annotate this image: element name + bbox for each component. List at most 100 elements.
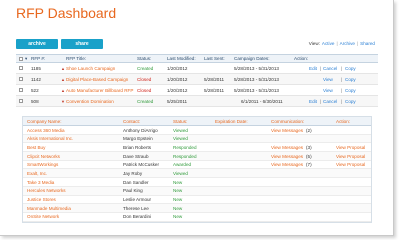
company-link[interactable]: Manmade Multimedia	[27, 206, 71, 211]
col-last-modified[interactable]: Last Modified:	[167, 56, 196, 61]
last-modified: 1/20/2012	[167, 65, 188, 71]
rfp-title-link[interactable]: Auto Manufacturer Billboard RFP	[66, 88, 133, 93]
list-item[interactable]: Take 3 Media Dan Sandler New	[23, 178, 371, 187]
view-separator: |	[336, 41, 338, 46]
contact-name: Anthony DiArrigo	[123, 127, 158, 133]
view-messages-link[interactable]: View Messages	[271, 145, 303, 150]
company-link[interactable]: SmartWorkings	[27, 162, 58, 167]
view-proposal-link[interactable]: View Proposal	[336, 162, 365, 167]
view-proposal-link[interactable]: View Proposal	[336, 145, 365, 150]
col-company[interactable]: Company Name:	[27, 119, 61, 124]
cancel-link[interactable]: Cancel	[323, 66, 337, 71]
col-status[interactable]: Status:	[137, 56, 151, 61]
contact-name: Patrick McCusker	[123, 162, 159, 168]
last-sent: 5/28/2011	[204, 76, 225, 82]
col-contact[interactable]: Contact:	[123, 119, 140, 124]
campaign-dates: 5/28/2013 - 5/31/2013	[234, 76, 279, 82]
company-link[interactable]: Take 3 Media	[27, 180, 54, 185]
list-item[interactable]: Hercules Networks Paul King New	[23, 186, 371, 196]
col-status[interactable]: Status:	[173, 119, 187, 124]
view-messages-link[interactable]: View Messages	[271, 154, 303, 159]
copy-link[interactable]: Copy	[345, 77, 356, 82]
row-checkbox[interactable]	[19, 77, 23, 82]
company-link[interactable]: Hercules Networks	[27, 188, 66, 193]
rfp-title-link[interactable]: Convention Domination	[66, 99, 114, 104]
col-last-sent[interactable]: Last Sent:	[204, 56, 225, 61]
collapse-arrow-icon[interactable]: ▼	[61, 99, 65, 104]
action-separator: |	[341, 87, 343, 93]
table-row[interactable]: 508 ▼ Convention Domination Created 5/25…	[16, 96, 378, 107]
view-shared-link[interactable]: Shared	[360, 41, 375, 46]
edit-link[interactable]: Edit	[309, 99, 317, 104]
rfp-table-header: ▾ RFP #: RFP Title: Status: Last Modifie…	[16, 54, 378, 63]
contact-name: Margo Epstein	[123, 136, 153, 142]
col-rfp-title[interactable]: RFP Title:	[66, 56, 86, 61]
rfp-number: 1185	[31, 65, 41, 71]
col-campaign-dates[interactable]: Campaign Dates:	[234, 56, 270, 61]
company-link[interactable]: Aksis International Inc.	[27, 136, 73, 141]
company-link[interactable]: Exalt, Inc.	[27, 171, 47, 176]
expand-arrow-icon[interactable]: ▲	[61, 66, 65, 71]
contact-name: Dan Sandler	[123, 179, 149, 185]
view-proposal-link[interactable]: View Proposal	[336, 154, 365, 159]
cancel-link[interactable]: Cancel	[323, 99, 337, 104]
company-link[interactable]: Best Buy	[27, 145, 45, 150]
copy-link[interactable]: Copy	[345, 88, 356, 93]
view-link[interactable]: View	[323, 88, 333, 93]
action-separator: |	[341, 98, 343, 104]
company-link[interactable]: OnSite Network	[27, 214, 59, 219]
status-badge: Closed	[137, 87, 152, 93]
view-messages-link[interactable]: View Messages	[271, 128, 303, 133]
copy-link[interactable]: Copy	[345, 66, 356, 71]
status-badge: Viewed	[173, 136, 188, 142]
view-messages-link[interactable]: View Messages	[271, 162, 303, 167]
status-badge: Responded	[173, 144, 197, 150]
table-row[interactable]: 1185 ▲ Shoe Launch Campaign Created 1/20…	[16, 63, 378, 74]
list-item[interactable]: SmartWorkings Patrick McCusker Awarded View…	[23, 161, 371, 170]
select-all-checkbox[interactable]	[19, 57, 23, 62]
archive-button[interactable]: archive	[16, 39, 58, 49]
list-item[interactable]: Manmade Multimedia Therese Lee New	[23, 204, 371, 213]
contact-name: Dave Straub	[123, 153, 149, 159]
action-separator: |	[320, 65, 322, 71]
view-link[interactable]: View	[323, 77, 333, 82]
rfp-title-link[interactable]: Digital Place-Based Campaign	[66, 77, 128, 82]
list-item[interactable]: Exalt, Inc. Jay Roby Viewed	[23, 169, 371, 179]
row-checkbox[interactable]	[19, 88, 23, 93]
status-badge: Awarded	[173, 162, 192, 168]
company-link[interactable]: Access 360 Media	[27, 128, 65, 133]
table-row[interactable]: 1142 ▲ Digital Place-Based Campaign Clos…	[16, 74, 378, 85]
row-checkbox[interactable]	[19, 66, 23, 71]
view-active-link[interactable]: Active	[322, 41, 335, 46]
company-link[interactable]: Clipcit Networks	[27, 154, 60, 159]
row-checkbox[interactable]	[19, 99, 23, 104]
status-badge: Created	[137, 98, 154, 104]
last-modified: 1/20/2012	[167, 87, 188, 93]
list-item[interactable]: Clipcit Networks Dave Straub Responded View…	[23, 152, 371, 161]
col-communication: Communication:	[271, 118, 305, 124]
contact-name: Leslie Armour	[123, 197, 152, 202]
list-item[interactable]: OnSite Network Don Berardini New	[23, 213, 371, 222]
col-rfp-num[interactable]: RFP #:	[31, 56, 45, 61]
expand-arrow-icon[interactable]: ▲	[61, 88, 65, 93]
list-item[interactable]: Access 360 Media Anthony DiArrigo Viewed Vi…	[23, 126, 371, 135]
table-row[interactable]: 522 ▲ Auto Manufacturer Billboard RFP Cl…	[16, 85, 378, 96]
rfp-title-link[interactable]: Shoe Launch Campaign	[66, 66, 115, 71]
message-count: (2)	[306, 127, 312, 133]
campaign-dates: 5/28/2013 - 5/31/2013	[234, 87, 279, 93]
company-link[interactable]: Justice Stores	[27, 197, 56, 202]
share-button[interactable]: share	[61, 39, 103, 49]
view-archive-link[interactable]: Archive	[340, 41, 355, 46]
list-item[interactable]: Best Buy Brian Roberts Responded View Messa…	[23, 143, 371, 153]
action-separator: |	[341, 76, 343, 82]
last-modified: 5/25/2011	[167, 98, 188, 104]
status-badge: Viewed	[173, 127, 188, 133]
col-expiration[interactable]: Expiration Date:	[215, 119, 248, 124]
toolbar: archive share	[16, 39, 103, 49]
list-item[interactable]: Justice Stores Leslie Armour New	[23, 196, 371, 205]
col-action: Action:	[294, 56, 309, 61]
list-item[interactable]: Aksis International Inc. Margo Epstein Vie…	[23, 134, 371, 144]
expand-arrow-icon[interactable]: ▲	[61, 77, 65, 82]
copy-link[interactable]: Copy	[345, 99, 356, 104]
edit-link[interactable]: Edit	[309, 66, 317, 71]
